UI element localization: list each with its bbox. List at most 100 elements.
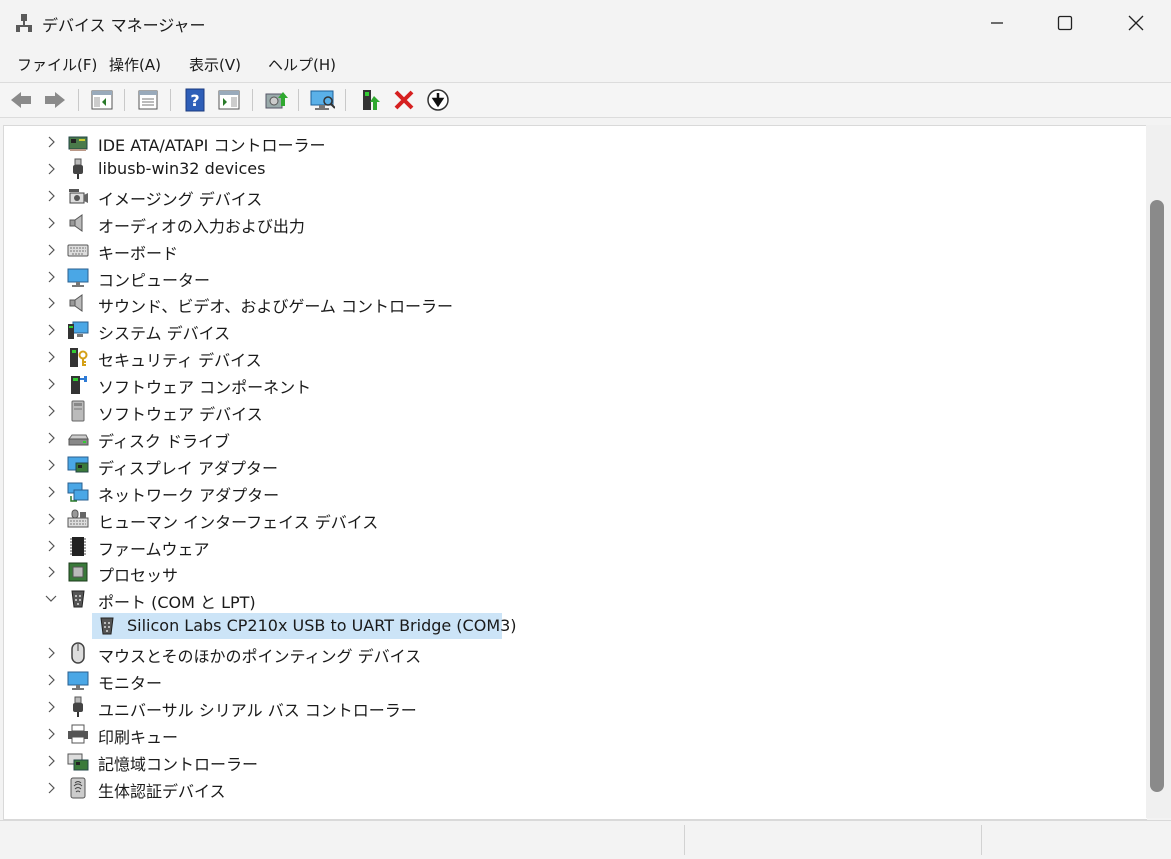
toolbar-separator bbox=[170, 89, 171, 111]
action-pane-button[interactable] bbox=[216, 88, 242, 112]
chevron-right-icon[interactable] bbox=[44, 349, 58, 365]
tree-category-row[interactable]: モニター bbox=[4, 667, 1144, 693]
scan-hardware-button[interactable] bbox=[309, 88, 335, 112]
chevron-right-icon[interactable] bbox=[44, 242, 58, 258]
disable-device-icon bbox=[427, 89, 449, 111]
disk-drive-icon bbox=[68, 434, 89, 446]
chevron-right-icon[interactable] bbox=[44, 134, 58, 150]
tree-item-label: 印刷キュー bbox=[98, 727, 179, 747]
tree-item-label: マウスとそのほかのポインティング デバイス bbox=[98, 647, 422, 667]
toolbar-separator bbox=[252, 89, 253, 111]
uninstall-device-button[interactable] bbox=[391, 88, 417, 112]
software-device-icon bbox=[71, 400, 85, 422]
tree-category-row[interactable]: ネットワーク アダプター bbox=[4, 479, 1144, 505]
chevron-right-icon[interactable] bbox=[44, 161, 58, 177]
tree-category-row[interactable]: コンピューター bbox=[4, 264, 1144, 290]
chevron-right-icon[interactable] bbox=[44, 322, 58, 338]
display-adapter-icon bbox=[67, 456, 89, 473]
tree-item-label: 生体認証デバイス bbox=[98, 781, 226, 801]
tree-item-label: IDE ATA/ATAPI コントローラー bbox=[98, 136, 326, 155]
monitor-icon bbox=[67, 671, 89, 690]
menu-help[interactable]: ヘルプ(H) bbox=[268, 54, 336, 75]
camera-icon bbox=[69, 188, 88, 204]
chevron-right-icon[interactable] bbox=[44, 295, 58, 311]
tree-category-row[interactable]: プロセッサ bbox=[4, 559, 1144, 585]
tree-item-label: プロセッサ bbox=[98, 566, 179, 586]
action-pane-icon bbox=[218, 90, 240, 110]
tree-category-row[interactable]: ソフトウェア デバイス bbox=[4, 398, 1144, 424]
close-button[interactable] bbox=[1113, 0, 1159, 46]
status-bar bbox=[0, 820, 1171, 859]
toolbar-separator bbox=[298, 89, 299, 111]
console-tree-button[interactable] bbox=[89, 88, 115, 112]
enable-device-button[interactable] bbox=[358, 88, 384, 112]
chevron-right-icon[interactable] bbox=[44, 753, 58, 769]
speaker-icon bbox=[69, 294, 83, 313]
chevron-right-icon[interactable] bbox=[44, 645, 58, 661]
menu-action[interactable]: 操作(A) bbox=[109, 54, 161, 75]
chevron-down-icon[interactable] bbox=[44, 591, 58, 607]
chevron-right-icon[interactable] bbox=[44, 699, 58, 715]
tree-category-row[interactable]: マウスとそのほかのポインティング デバイス bbox=[4, 640, 1144, 666]
tree-category-row[interactable]: サウンド、ビデオ、およびゲーム コントローラー bbox=[4, 290, 1144, 316]
chevron-right-icon[interactable] bbox=[44, 457, 58, 473]
tree-item-label: ディスク ドライブ bbox=[98, 431, 230, 451]
tree-item-label: ファームウェア bbox=[98, 539, 210, 559]
chevron-right-icon[interactable] bbox=[44, 188, 58, 204]
chevron-right-icon[interactable] bbox=[44, 484, 58, 500]
chevron-right-icon[interactable] bbox=[44, 672, 58, 688]
minimize-button[interactable] bbox=[974, 0, 1020, 46]
software-component-icon bbox=[71, 376, 87, 395]
tree-category-row[interactable]: セキュリティ デバイス bbox=[4, 344, 1144, 370]
chevron-right-icon[interactable] bbox=[44, 780, 58, 796]
tree-category-row[interactable]: ディスク ドライブ bbox=[4, 425, 1144, 451]
disable-device-button[interactable] bbox=[425, 88, 451, 112]
menu-view[interactable]: 表示(V) bbox=[189, 54, 241, 75]
tree-category-row[interactable]: ディスプレイ アダプター bbox=[4, 452, 1144, 478]
tree-category-row[interactable]: システム デバイス bbox=[4, 317, 1144, 343]
help-button[interactable]: ? bbox=[182, 88, 208, 112]
forward-button[interactable] bbox=[42, 88, 68, 112]
keyboard-icon bbox=[67, 244, 89, 257]
tree-category-row[interactable]: libusb-win32 devices bbox=[4, 156, 1144, 182]
back-button[interactable] bbox=[8, 88, 34, 112]
tree-category-row[interactable]: ソフトウェア コンポーネント bbox=[4, 371, 1144, 397]
tree-category-row[interactable]: オーディオの入力および出力 bbox=[4, 210, 1144, 236]
scrollbar-thumb[interactable] bbox=[1150, 200, 1164, 792]
uninstall-device-icon bbox=[394, 90, 414, 110]
chevron-right-icon[interactable] bbox=[44, 564, 58, 580]
chevron-right-icon[interactable] bbox=[44, 430, 58, 446]
tree-category-row[interactable]: ファームウェア bbox=[4, 533, 1144, 559]
monitor-icon bbox=[67, 268, 89, 287]
tree-category-row[interactable]: ヒューマン インターフェイス デバイス bbox=[4, 506, 1144, 532]
tree-category-row[interactable]: 記憶域コントローラー bbox=[4, 748, 1144, 774]
chevron-right-icon[interactable] bbox=[44, 726, 58, 742]
chevron-right-icon[interactable] bbox=[44, 538, 58, 554]
tree-item-label: ソフトウェア デバイス bbox=[98, 405, 263, 424]
tree-device-row[interactable]: Silicon Labs CP210x USB to UART Bridge (… bbox=[4, 613, 1144, 640]
menu-file[interactable]: ファイル(F) bbox=[17, 54, 97, 75]
chevron-right-icon[interactable] bbox=[44, 511, 58, 527]
usb-plug-icon bbox=[73, 696, 83, 717]
chevron-right-icon[interactable] bbox=[44, 376, 58, 392]
window-title: デバイス マネージャー bbox=[42, 16, 206, 35]
chevron-right-icon[interactable] bbox=[44, 269, 58, 285]
chevron-right-icon[interactable] bbox=[44, 215, 58, 231]
port-icon bbox=[71, 590, 85, 608]
back-icon bbox=[11, 92, 31, 108]
tree-category-row[interactable]: 印刷キュー bbox=[4, 721, 1144, 747]
tree-category-row[interactable]: 生体認証デバイス bbox=[4, 775, 1144, 801]
tree-category-row[interactable]: IDE ATA/ATAPI コントローラー bbox=[4, 129, 1144, 155]
tree-category-row[interactable]: ポート (COM と LPT) bbox=[4, 586, 1144, 612]
menu-bar: ファイル(F) 操作(A) 表示(V) ヘルプ(H) bbox=[0, 48, 1171, 80]
maximize-button[interactable] bbox=[1042, 0, 1088, 46]
show-hide-console-tree-icon bbox=[91, 90, 113, 110]
tree-item-label: ヒューマン インターフェイス デバイス bbox=[98, 512, 379, 532]
tree-category-row[interactable]: キーボード bbox=[4, 237, 1144, 263]
update-driver-button[interactable] bbox=[263, 88, 289, 112]
storage-controller-icon bbox=[67, 753, 89, 771]
chevron-right-icon[interactable] bbox=[44, 403, 58, 419]
tree-category-row[interactable]: イメージング デバイス bbox=[4, 183, 1144, 209]
properties-button[interactable] bbox=[135, 88, 161, 112]
tree-category-row[interactable]: ユニバーサル シリアル バス コントローラー bbox=[4, 694, 1144, 720]
